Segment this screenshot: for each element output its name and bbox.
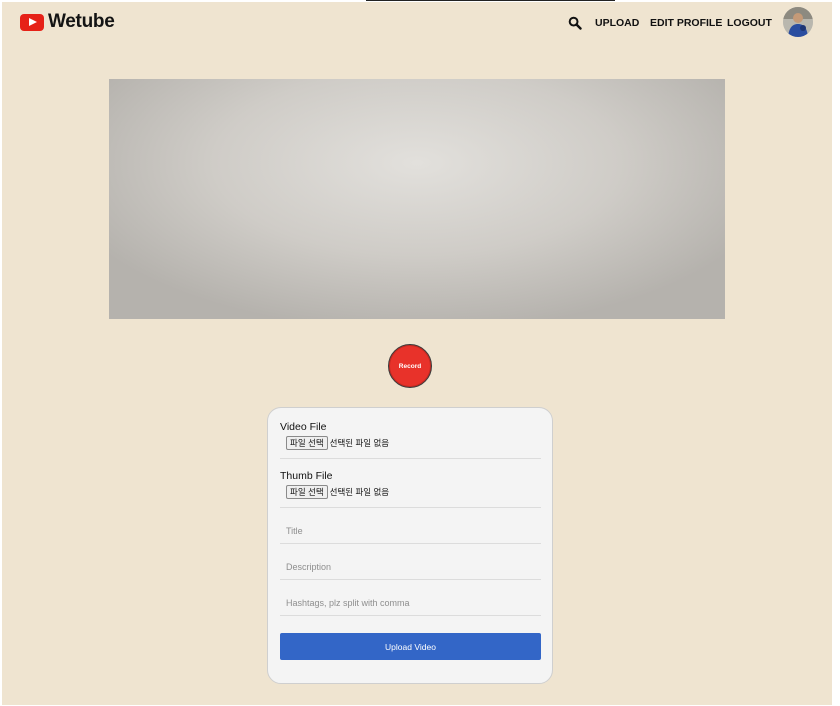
- logo-link[interactable]: Wetube: [20, 11, 115, 33]
- nav-upload-link[interactable]: UPLOAD: [595, 17, 639, 29]
- logo-text: Wetube: [48, 11, 115, 32]
- upload-video-button[interactable]: Upload Video: [280, 633, 541, 660]
- hashtags-underline: [280, 615, 541, 616]
- thumb-file-choose-button[interactable]: 파일 선택: [286, 485, 328, 499]
- avatar[interactable]: [783, 7, 813, 37]
- video-file-input[interactable]: 파일 선택 선택된 파일 없음: [286, 436, 389, 450]
- divider: [280, 507, 541, 508]
- thumb-file-status: 선택된 파일 없음: [329, 487, 390, 497]
- video-preview: [109, 79, 725, 319]
- nav-logout-link[interactable]: LOGOUT: [727, 17, 772, 29]
- nav-edit-profile-link[interactable]: EDIT PROFILE: [650, 17, 722, 29]
- search-icon[interactable]: [568, 16, 582, 30]
- title-underline: [280, 543, 541, 544]
- title-input[interactable]: Title: [280, 523, 541, 539]
- youtube-play-icon: [20, 13, 44, 31]
- video-file-status: 선택된 파일 없음: [329, 438, 390, 448]
- description-underline: [280, 579, 541, 580]
- upload-form: Video File 파일 선택 선택된 파일 없음 Thumb File 파일…: [267, 407, 553, 684]
- description-input[interactable]: Description: [280, 559, 541, 575]
- header: Wetube UPLOAD EDIT PROFILE LOGOUT: [2, 2, 832, 46]
- top-divider: [366, 0, 615, 1]
- record-button[interactable]: Record: [388, 344, 432, 388]
- thumb-file-input[interactable]: 파일 선택 선택된 파일 없음: [286, 485, 389, 499]
- divider: [280, 458, 541, 459]
- hashtags-input[interactable]: Hashtags, plz split with comma: [280, 595, 541, 611]
- user-avatar-icon: [783, 7, 813, 37]
- title-placeholder: Title: [286, 526, 303, 536]
- video-file-label: Video File: [280, 421, 327, 433]
- page: Wetube UPLOAD EDIT PROFILE LOGOUT Record…: [2, 2, 832, 705]
- description-placeholder: Description: [286, 562, 332, 572]
- video-file-choose-button[interactable]: 파일 선택: [286, 436, 328, 450]
- hashtags-placeholder: Hashtags, plz split with comma: [286, 598, 410, 608]
- thumb-file-label: Thumb File: [280, 470, 333, 482]
